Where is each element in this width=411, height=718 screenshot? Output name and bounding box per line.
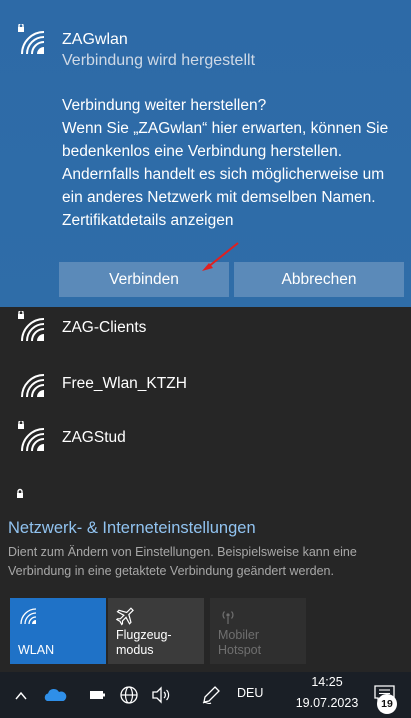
wlan-toggle-label: WLAN	[18, 643, 55, 657]
network-name: Free_Wlan_KTZH	[62, 375, 187, 392]
taskbar: DEU 14:25 19.07.2023 19	[0, 672, 411, 718]
hotspot-label-line: Mobiler	[218, 628, 259, 642]
wifi-icon	[14, 367, 50, 403]
network-item[interactable]: ZAG-Clients	[0, 302, 411, 356]
speaker-volume-icon[interactable]	[150, 684, 174, 706]
network-flyout: ZAGwlan Verbindung wird hergestellt Verb…	[0, 0, 411, 718]
globe-network-icon[interactable]	[118, 684, 140, 706]
chevron-up-icon[interactable]	[14, 684, 28, 706]
network-name: ZAGwlan	[62, 31, 128, 48]
mobile-hotspot-toggle[interactable]: Mobiler Hotspot	[210, 598, 306, 664]
wifi-secured-icon	[14, 311, 50, 347]
airplane-mode-label-line: Flugzeug-	[116, 628, 172, 642]
cancel-button[interactable]: Abbrechen	[234, 262, 404, 297]
onedrive-cloud-icon[interactable]	[43, 684, 67, 706]
wifi-secured-icon	[14, 24, 50, 60]
network-settings-description: Dient zum Ändern von Einstellungen. Beis…	[8, 545, 357, 578]
notification-count-badge: 19	[377, 694, 397, 714]
network-status: Verbindung wird hergestellt	[62, 52, 256, 69]
clock-time[interactable]: 14:25	[299, 675, 355, 689]
wlan-toggle[interactable]: WLAN	[10, 598, 106, 664]
network-settings-link[interactable]: Netzwerk- & Interneteinstellungen	[8, 519, 256, 538]
airplane-mode-label-line: modus	[116, 643, 154, 657]
network-item-zagwlan[interactable]: ZAGwlan Verbindung wird hergestellt Verb…	[0, 0, 411, 307]
hotspot-icon	[222, 611, 234, 624]
certificate-details-link[interactable]: Zertifikatdetails anzeigen	[62, 209, 407, 232]
annotation-arrow-icon	[202, 242, 239, 271]
airplane-icon	[116, 607, 134, 626]
message-line: Wenn Sie „ZAGwlan“ hier erwarten, können…	[62, 120, 389, 137]
input-language[interactable]: DEU	[237, 686, 263, 700]
network-name: ZAGStud	[62, 429, 126, 446]
message-line: Verbindung weiter herstellen?	[62, 97, 267, 114]
connection-warning-message: Verbindung weiter herstellen? Wenn Sie „…	[62, 94, 407, 232]
pen-ink-icon[interactable]	[200, 684, 222, 706]
network-item[interactable]: Free_Wlan_KTZH	[0, 358, 411, 412]
battery-icon[interactable]	[88, 684, 106, 706]
clock-date[interactable]: 19.07.2023	[288, 696, 366, 710]
lock-icon	[17, 488, 23, 498]
airplane-mode-toggle[interactable]: Flugzeug- modus	[108, 598, 204, 664]
network-item[interactable]: ZAGStud	[0, 412, 411, 466]
message-line: bedenkenlos eine Verbindung herstellen.	[62, 143, 343, 160]
network-name: ZAG-Clients	[62, 319, 147, 336]
hotspot-label-line: Hotspot	[218, 643, 262, 657]
wifi-secured-icon	[14, 421, 50, 457]
message-line: ein anderes Netzwerk mit demselben Namen…	[62, 189, 376, 206]
message-line: Andernfalls handelt es sich möglicherwei…	[62, 166, 385, 183]
wifi-icon	[20, 608, 37, 625]
